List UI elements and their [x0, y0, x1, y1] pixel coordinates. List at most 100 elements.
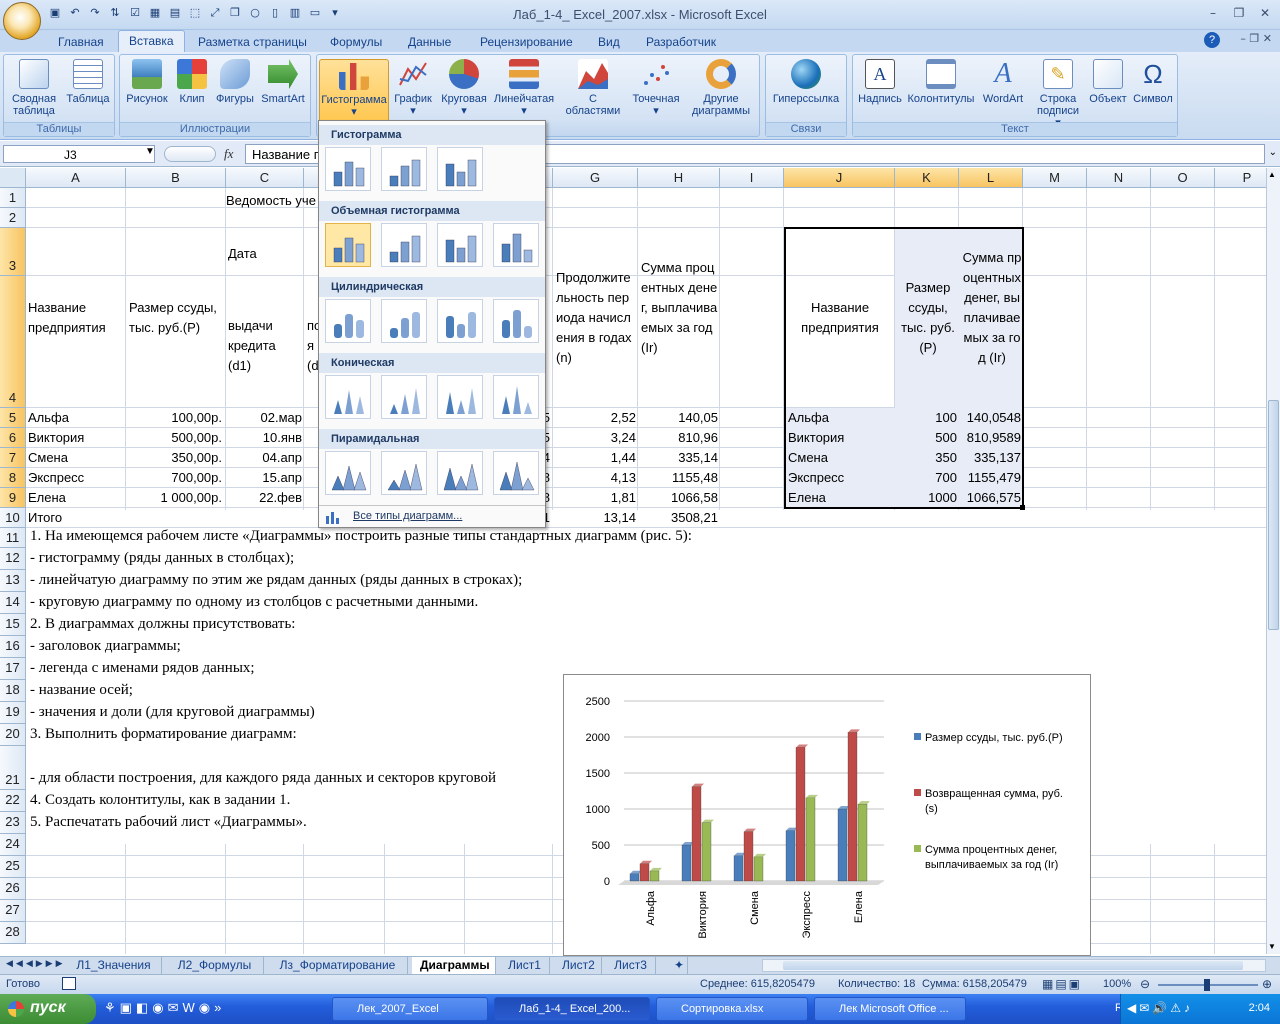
- text-row-21[interactable]: - для области построения, для каждого ря…: [30, 770, 496, 786]
- area-chart-button[interactable]: С областями: [561, 59, 625, 117]
- chart-type-option-cyl-3[interactable]: [437, 299, 483, 343]
- row-header-3[interactable]: 3: [0, 228, 26, 276]
- cell-g3-header[interactable]: Продолжительность периода начисления в г…: [556, 268, 636, 368]
- chart-type-option-cone-1[interactable]: [325, 375, 371, 419]
- cell-b3-header[interactable]: Размер ссуды, тыс. руб.(P): [129, 298, 225, 338]
- sheet-tab-7[interactable]: Лист3: [606, 957, 656, 974]
- taskbar-item-sort[interactable]: Сортировка.xlsx: [656, 997, 808, 1021]
- row-header-10[interactable]: 10: [0, 508, 26, 528]
- view-buttons-icon[interactable]: ▦▤▣: [1042, 977, 1082, 991]
- close-icon[interactable]: ✕: [1254, 4, 1276, 22]
- zoom-out-icon[interactable]: ⊖: [1140, 977, 1150, 991]
- cell-g7[interactable]: 1,44: [556, 450, 636, 466]
- column-header-m[interactable]: M: [1023, 168, 1087, 188]
- column-header-a[interactable]: A: [26, 168, 126, 188]
- name-box[interactable]: J3: [3, 145, 155, 163]
- zoom-level[interactable]: 100%: [1103, 978, 1131, 990]
- minimize-icon[interactable]: –: [1202, 4, 1224, 22]
- restore-icon[interactable]: ❐: [1228, 4, 1250, 22]
- text-row-20[interactable]: 3. Выполнить форматирование диаграмм:: [30, 726, 297, 742]
- cell-h10[interactable]: 3508,21: [640, 510, 718, 526]
- wordart-button[interactable]: A WordArt: [977, 59, 1029, 106]
- line-chart-button[interactable]: График ▾: [391, 59, 435, 117]
- column-header-b[interactable]: B: [126, 168, 226, 188]
- row-header-4[interactable]: 4: [0, 276, 26, 408]
- object-button[interactable]: Объект: [1085, 59, 1131, 105]
- column-header-o[interactable]: O: [1151, 168, 1215, 188]
- cell-g10[interactable]: 13,14: [556, 510, 636, 526]
- text-row-15[interactable]: 2. В диаграммах должны присутствовать:: [30, 616, 295, 632]
- column-header-c[interactable]: C: [226, 168, 304, 188]
- cell-h6[interactable]: 810,96: [640, 430, 718, 446]
- cell-c8[interactable]: 15.апр: [226, 470, 302, 486]
- horizontal-scrollbar[interactable]: [762, 959, 1266, 972]
- cell-h5[interactable]: 140,05: [640, 410, 718, 426]
- row-header-16[interactable]: 16: [0, 636, 26, 658]
- text-row-19[interactable]: - значения и доли (для круговой диаграмм…: [30, 704, 315, 720]
- cell-a7[interactable]: Смена: [28, 450, 124, 466]
- text-row-11[interactable]: 1. На имеющемся рабочем листе «Диаграммы…: [30, 528, 692, 544]
- text-row-17[interactable]: - легенда с именами рядов данных;: [30, 660, 255, 676]
- row-header-11[interactable]: 11: [0, 528, 26, 548]
- embedded-chart[interactable]: 0 500 1000 1500 2000 2500 Альфа Виктория Смена Эк…: [563, 674, 1091, 956]
- chart-type-option-cone-2[interactable]: [381, 375, 427, 419]
- cell-c6[interactable]: 10.янв: [226, 430, 302, 446]
- row-header-2[interactable]: 2: [0, 208, 26, 228]
- chevron-down-icon[interactable]: ▼: [145, 146, 155, 157]
- cell-a6[interactable]: Виктория: [28, 430, 124, 446]
- tab-view[interactable]: Вид: [588, 32, 630, 52]
- tab-home[interactable]: Главная: [48, 32, 114, 52]
- smartart-button[interactable]: SmartArt: [258, 59, 308, 105]
- cell-g6[interactable]: 3,24: [556, 430, 636, 446]
- column-header-p[interactable]: P: [1215, 168, 1266, 188]
- all-chart-types-link[interactable]: Все типы диаграмм...: [353, 510, 462, 522]
- chart-type-option-rect-3[interactable]: [437, 147, 483, 191]
- sheet-nav-icons[interactable]: ◀◀◀▶▶▶: [6, 958, 66, 969]
- row-header-25[interactable]: 25: [0, 856, 26, 878]
- zoom-slider-thumb[interactable]: [1204, 979, 1210, 991]
- column-header-k[interactable]: K: [895, 168, 959, 188]
- tray-icons[interactable]: ◀✉🔊⚠♪: [1127, 1001, 1193, 1015]
- chart-type-option-cyl-4[interactable]: [493, 299, 539, 343]
- cell-a9[interactable]: Елена: [28, 490, 124, 506]
- column-header-i[interactable]: I: [720, 168, 784, 188]
- cell-g5[interactable]: 2,52: [556, 410, 636, 426]
- cell-a10[interactable]: Итого: [28, 510, 62, 526]
- sheet-tab-6[interactable]: Лист2: [554, 957, 602, 974]
- sheet-tab-3[interactable]: Лз_Форматирование: [268, 957, 408, 974]
- row-header-7[interactable]: 7: [0, 448, 26, 468]
- cell-c3-date[interactable]: Дата: [228, 246, 257, 262]
- chart-type-option-cyl-1[interactable]: [325, 299, 371, 343]
- column-header-j[interactable]: J: [784, 168, 895, 188]
- cell-b9[interactable]: 1 000,00р.: [128, 490, 222, 506]
- fill-handle[interactable]: [1020, 505, 1025, 510]
- row-header-6[interactable]: 6: [0, 428, 26, 448]
- cell-h3-header[interactable]: Сумма процентных денег, выплачиваемых за…: [641, 258, 721, 358]
- row-header-22[interactable]: 22: [0, 790, 26, 812]
- symbol-button[interactable]: Ω Символ: [1131, 59, 1175, 105]
- chart-type-option-rect3d-3[interactable]: [437, 223, 483, 267]
- text-row-16[interactable]: - заголовок диаграммы;: [30, 638, 181, 654]
- chart-type-option-rect3d-4[interactable]: [493, 223, 539, 267]
- insert-function-icon[interactable]: fx: [224, 146, 233, 162]
- column-header-l[interactable]: L: [959, 168, 1023, 188]
- row-header-20[interactable]: 20: [0, 724, 26, 746]
- pie-chart-button[interactable]: Круговая ▾: [437, 59, 491, 117]
- cell-h8[interactable]: 1155,48: [640, 470, 718, 486]
- cell-a5[interactable]: Альфа: [28, 410, 124, 426]
- cell-g8[interactable]: 4,13: [556, 470, 636, 486]
- headers-button[interactable]: Колонтитулы: [905, 59, 977, 105]
- row-header-19[interactable]: 19: [0, 702, 26, 724]
- histogram-button[interactable]: Гистограмма ▾: [319, 59, 389, 125]
- scatter-chart-button[interactable]: Точечная ▾: [627, 59, 685, 117]
- row-header-15[interactable]: 15: [0, 614, 26, 636]
- row-header-17[interactable]: 17: [0, 658, 26, 680]
- row-header-9[interactable]: 9: [0, 488, 26, 508]
- table-button[interactable]: Таблица: [62, 59, 114, 105]
- cell-b8[interactable]: 700,00р.: [128, 470, 222, 486]
- tab-data[interactable]: Данные: [398, 32, 461, 52]
- tab-developer[interactable]: Разработчик: [636, 32, 726, 52]
- quick-launch-icons[interactable]: ⚘▣◧◉✉W◉»: [104, 1000, 225, 1016]
- text-row-12[interactable]: - гистограмму (ряды данных в столбцах);: [30, 550, 294, 566]
- hyperlink-button[interactable]: Гиперссылка: [768, 59, 844, 105]
